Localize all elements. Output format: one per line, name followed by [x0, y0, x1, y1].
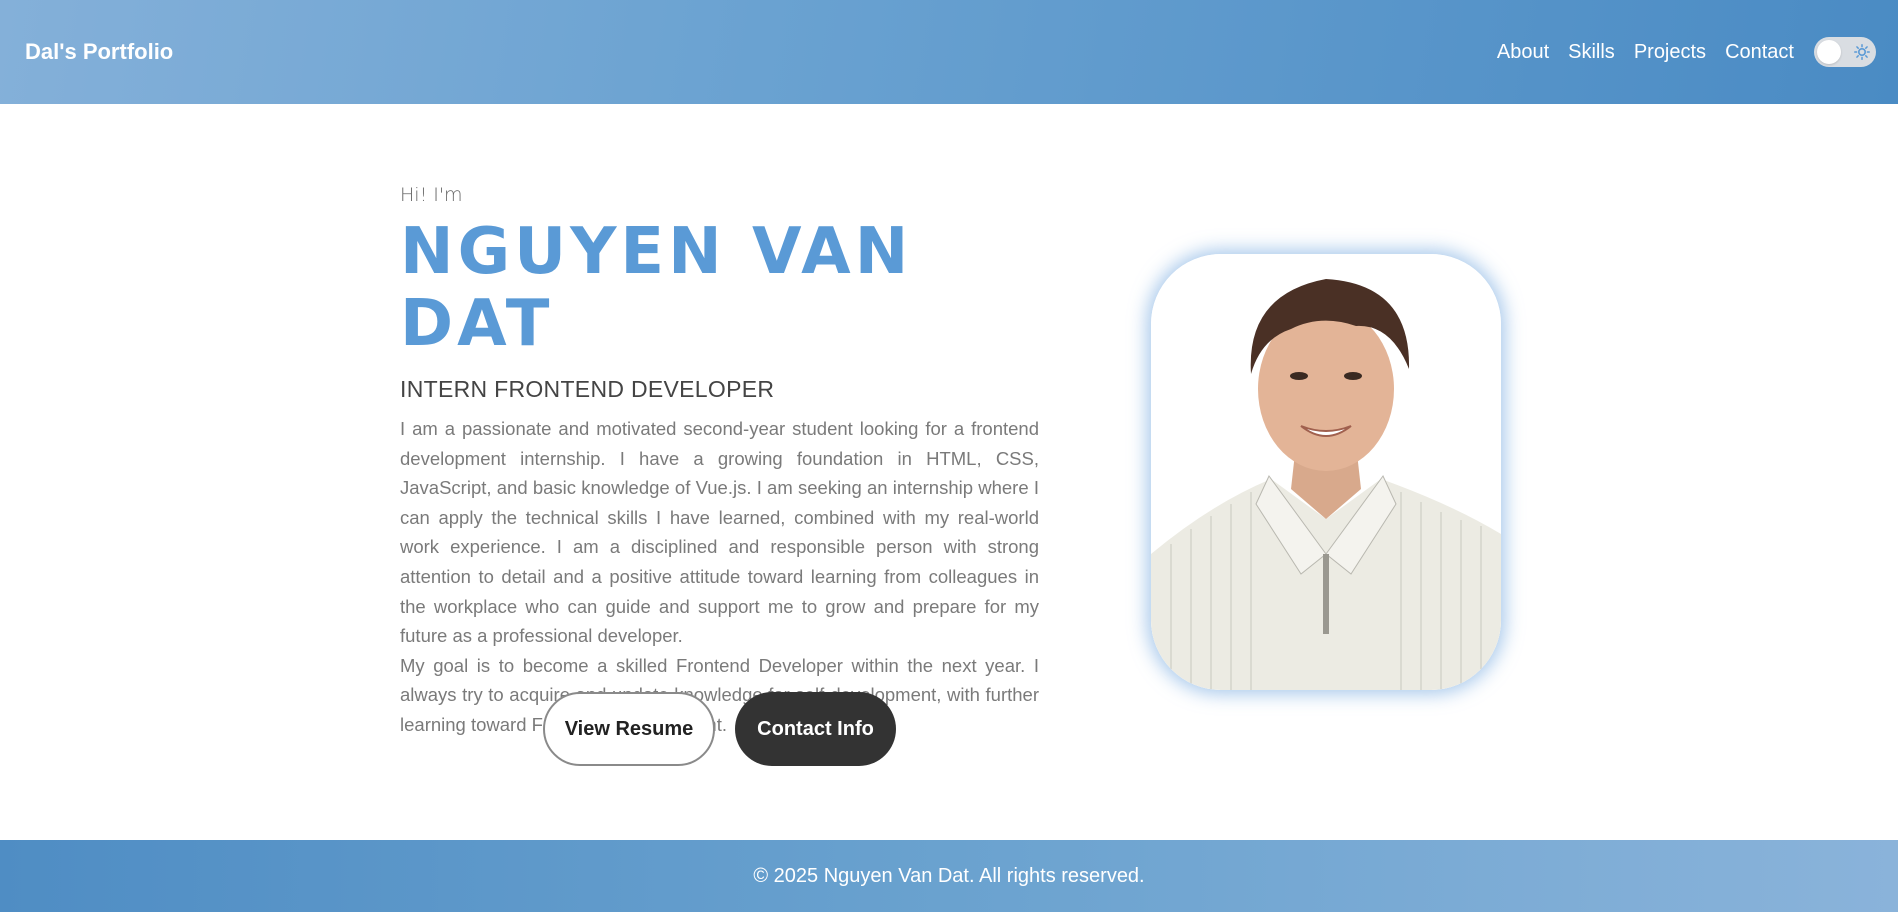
- hero-section: Hi! I'm NGUYEN VAN DAT INTERN FRONTEND D…: [400, 184, 1039, 740]
- hero-name: NGUYEN VAN DAT: [400, 215, 913, 361]
- nav-skills[interactable]: Skills: [1568, 41, 1615, 64]
- bio-paragraph-1: I am a passionate and motivated second-y…: [400, 418, 1039, 647]
- bio-paragraph-2: My goal is to become a skilled Frontend …: [400, 654, 1039, 735]
- theme-toggle[interactable]: [1814, 37, 1876, 67]
- nav-about[interactable]: About: [1497, 41, 1549, 64]
- nav-contact[interactable]: Contact: [1725, 41, 1794, 64]
- view-resume-button[interactable]: View Resume: [543, 692, 715, 766]
- greeting-text: Hi! I'm: [400, 184, 463, 206]
- main-nav: About Skills Projects Contact: [1497, 37, 1876, 67]
- sun-icon: [1854, 44, 1870, 60]
- site-footer: © 2025 Nguyen Van Dat. All rights reserv…: [0, 840, 1898, 912]
- hero-role: INTERN FRONTEND DEVELOPER: [400, 376, 775, 402]
- contact-info-button[interactable]: Contact Info: [735, 692, 896, 766]
- toggle-knob: [1817, 40, 1841, 64]
- copyright-text: © 2025 Nguyen Van Dat. All rights reserv…: [753, 864, 1145, 887]
- nav-projects[interactable]: Projects: [1634, 41, 1706, 64]
- avatar: [1151, 254, 1501, 690]
- brand-logo[interactable]: Dal's Portfolio: [25, 39, 173, 65]
- profile-photo: [1151, 254, 1501, 690]
- bio-text: I am a passionate and motivated second-y…: [400, 414, 1039, 740]
- site-header: Dal's Portfolio About Skills Projects Co…: [0, 0, 1898, 104]
